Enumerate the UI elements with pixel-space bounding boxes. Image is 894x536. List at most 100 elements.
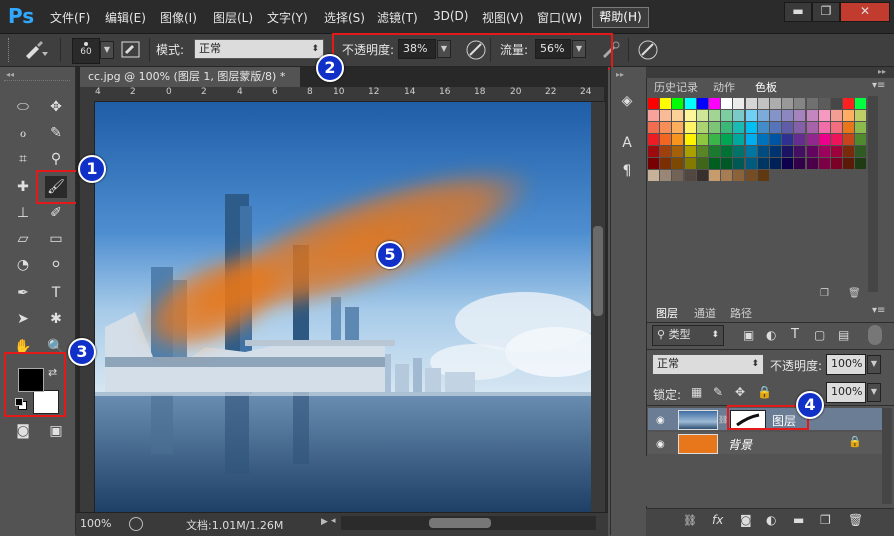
tab-swatches[interactable]: 色板 [748, 80, 784, 96]
color-swatch[interactable] [806, 110, 818, 121]
vertical-scrollbar[interactable] [591, 102, 605, 512]
delete-swatch-icon[interactable]: 🗑 [848, 288, 861, 299]
layer-filter-select[interactable]: ⚲ 类型 ⬍ [652, 325, 724, 346]
color-swatch[interactable] [721, 146, 733, 157]
fx-icon[interactable]: fx [712, 513, 723, 527]
menu-3d[interactable]: 3D(D) [433, 9, 468, 23]
quick-mask-icon[interactable]: ◙ [12, 420, 34, 442]
canvas-image[interactable] [95, 102, 591, 512]
color-swatch[interactable] [684, 170, 696, 181]
shape-tool-icon[interactable]: ✱ [45, 308, 67, 330]
fill-input[interactable]: 100% [826, 382, 866, 403]
layer-name[interactable]: 背景 [728, 436, 752, 453]
color-swatch[interactable] [684, 134, 696, 145]
color-swatch[interactable] [696, 158, 708, 169]
color-swatch[interactable] [696, 134, 708, 145]
color-swatch[interactable] [672, 98, 684, 109]
color-swatch[interactable] [709, 158, 720, 169]
menu-edit[interactable]: 编辑(E) [105, 9, 146, 26]
lasso-tool-icon[interactable]: ℴ [12, 122, 34, 144]
swatch-grid[interactable] [648, 98, 867, 182]
strip-collapse-icon[interactable]: ▸▸ [616, 70, 624, 79]
layer-visibility-eye-icon[interactable]: ◉ [656, 439, 665, 450]
color-swatch[interactable] [709, 134, 720, 145]
color-swatch[interactable] [721, 122, 733, 133]
color-swatch[interactable] [818, 98, 830, 109]
type-tool-icon[interactable]: T [45, 282, 67, 304]
color-swatch[interactable] [672, 110, 684, 121]
blur-tool-icon[interactable]: ◔ [12, 254, 34, 276]
brush-size-dropdown[interactable]: ▼ [100, 41, 114, 59]
color-swatch[interactable] [672, 170, 684, 181]
filter-toggle[interactable] [868, 325, 882, 345]
color-swatch[interactable] [733, 122, 745, 133]
menu-view[interactable]: 视图(V) [482, 9, 524, 26]
color-swatch[interactable] [818, 122, 830, 133]
color-swatch[interactable] [648, 122, 659, 133]
color-swatch[interactable] [696, 122, 708, 133]
color-swatch[interactable] [818, 110, 830, 121]
color-swatch[interactable] [806, 122, 818, 133]
color-swatch[interactable] [696, 110, 708, 121]
filter-smart-object-icon[interactable]: ▤ [838, 328, 849, 342]
layer-thumbnail[interactable] [678, 410, 718, 430]
status-icon[interactable] [129, 517, 143, 531]
color-swatch[interactable] [794, 98, 806, 109]
layer-opacity-dropdown[interactable]: ▼ [867, 355, 881, 374]
color-swatch[interactable] [684, 98, 696, 109]
color-swatch[interactable] [709, 98, 720, 109]
color-swatch[interactable] [733, 110, 745, 121]
filter-pixel-icon[interactable]: ▣ [743, 328, 754, 342]
color-swatch[interactable] [648, 110, 659, 121]
color-swatch[interactable] [782, 158, 794, 169]
brush-size-preview[interactable]: 60 [72, 38, 100, 64]
tab-layers[interactable]: 图层 [650, 305, 684, 322]
trash-icon[interactable]: 🗑 [848, 513, 863, 527]
color-swatch[interactable] [660, 110, 672, 121]
tab-paths[interactable]: 路径 [724, 305, 758, 322]
color-swatch[interactable] [770, 122, 781, 133]
folder-icon[interactable]: ▬ [793, 513, 804, 527]
eraser-tool-icon[interactable]: ▱ [12, 228, 34, 250]
color-swatch[interactable] [843, 98, 855, 109]
color-swatch[interactable] [770, 134, 781, 145]
color-swatch[interactable] [672, 122, 684, 133]
move-tool-icon[interactable]: ✥ [45, 96, 67, 118]
healing-brush-tool-icon[interactable]: ✚ [12, 176, 34, 198]
color-swatch[interactable] [733, 146, 745, 157]
color-swatch[interactable] [794, 122, 806, 133]
color-swatch[interactable] [831, 110, 842, 121]
crop-tool-icon[interactable]: ⌗ [12, 148, 34, 170]
color-swatch[interactable] [818, 158, 830, 169]
color-swatch[interactable] [696, 146, 708, 157]
color-swatch[interactable] [770, 110, 781, 121]
color-swatch[interactable] [648, 98, 659, 109]
minimize-button[interactable]: ▬ [784, 2, 812, 22]
3d-panel-icon[interactable]: ◈ [616, 90, 638, 112]
color-swatch[interactable] [709, 170, 720, 181]
pen-tool-icon[interactable]: ✒ [12, 282, 34, 304]
color-swatch[interactable] [721, 158, 733, 169]
color-swatch[interactable] [782, 122, 794, 133]
color-swatch[interactable] [843, 146, 855, 157]
color-swatch[interactable] [782, 110, 794, 121]
color-swatch[interactable] [672, 146, 684, 157]
restore-button[interactable]: ❐ [812, 2, 840, 22]
color-swatch[interactable] [672, 134, 684, 145]
pressure-size-icon[interactable] [637, 39, 659, 61]
panel-menu-icon[interactable]: ▾≡ [872, 80, 885, 91]
color-swatch[interactable] [855, 158, 867, 169]
menu-type[interactable]: 文字(Y) [267, 9, 308, 26]
color-swatch[interactable] [806, 158, 818, 169]
color-swatch[interactable] [709, 122, 720, 133]
color-swatch[interactable] [745, 146, 757, 157]
filter-type-icon[interactable]: T [791, 327, 799, 342]
link-icon[interactable]: ⛓ [683, 514, 697, 527]
color-swatch[interactable] [770, 146, 781, 157]
color-swatch[interactable] [648, 170, 659, 181]
color-swatch[interactable] [696, 170, 708, 181]
color-swatch[interactable] [648, 158, 659, 169]
color-swatch[interactable] [843, 158, 855, 169]
swatches-scrollbar[interactable] [868, 96, 878, 292]
color-swatch[interactable] [660, 134, 672, 145]
